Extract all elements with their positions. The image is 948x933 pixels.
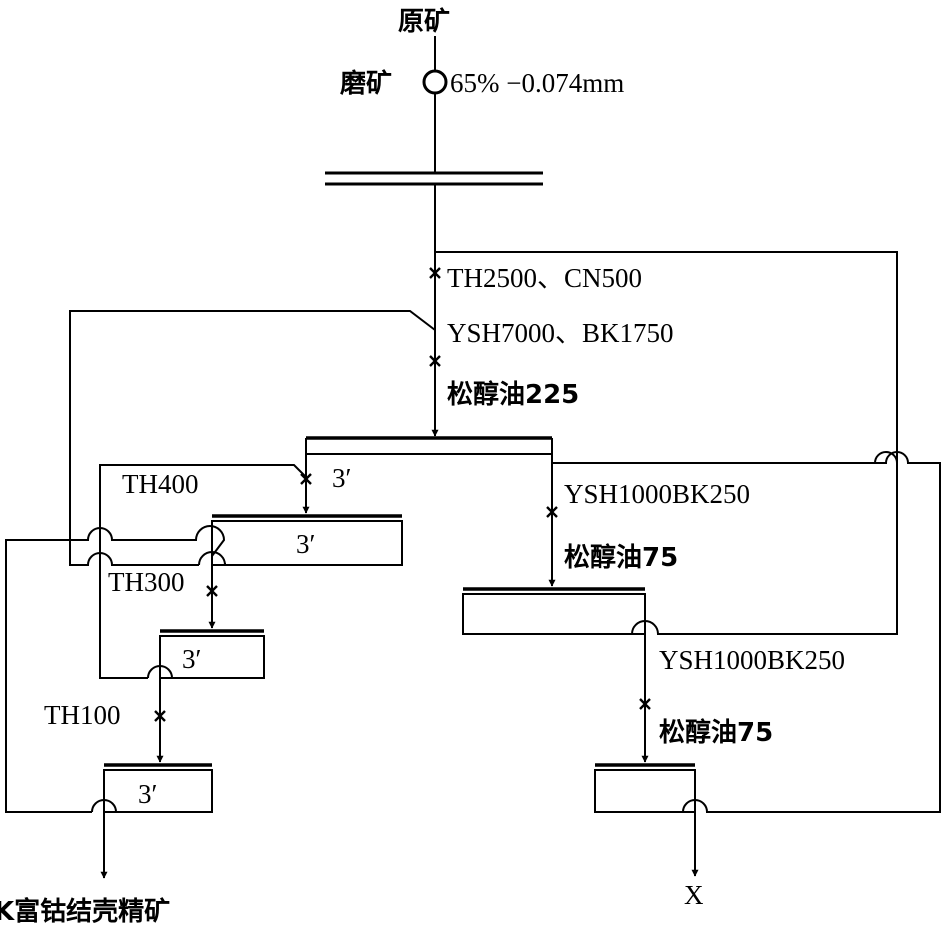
cleaner1-time: 3′: [296, 529, 315, 559]
cleaner2-reagent: TH300: [108, 567, 185, 597]
scavenger1-recycle-line: [435, 251, 898, 635]
tailings-product-label: X: [684, 880, 704, 910]
grinding-mill-symbol: [422, 69, 448, 95]
classifier-symbol: [325, 171, 543, 186]
cleaner2-cell: [159, 629, 265, 679]
rougher-reagent-line2: YSH7000、BK1750: [447, 318, 674, 348]
cleaner3-reagent: TH100: [44, 700, 121, 730]
rougher-reagent-line1: TH2500、CN500: [447, 263, 642, 293]
rougher-cell: [305, 436, 553, 455]
cleaner3-cell: [103, 763, 213, 813]
cleaner1-reagent: TH400: [122, 469, 199, 499]
grinding-label: 磨矿: [340, 68, 392, 99]
cleaner2-time: 3′: [182, 644, 201, 674]
cleaner3-time: 3′: [138, 779, 157, 809]
rougher-time: 3′: [332, 463, 351, 493]
flotation-flowsheet: 原矿 磨矿 65% −0.074mm TH2500、CN500 YSH7000、…: [0, 6, 941, 927]
feed-label: 原矿: [398, 6, 450, 37]
scavenger2-reagent-1: YSH1000BK250: [659, 645, 845, 675]
scavenger1-cell: [462, 587, 646, 635]
grinding-fineness: 65% −0.074mm: [450, 68, 624, 98]
scavenger1-reagent-1: YSH1000BK250: [564, 479, 750, 509]
rougher-reagent-line3: 松醇油225: [447, 379, 579, 410]
scavenger2-cell: [594, 763, 696, 813]
concentrate-product-label: K富钴结壳精矿: [0, 896, 170, 927]
scavenger1-reagent-2: 松醇油75: [564, 542, 678, 573]
scavenger2-reagent-2: 松醇油75: [659, 717, 773, 748]
